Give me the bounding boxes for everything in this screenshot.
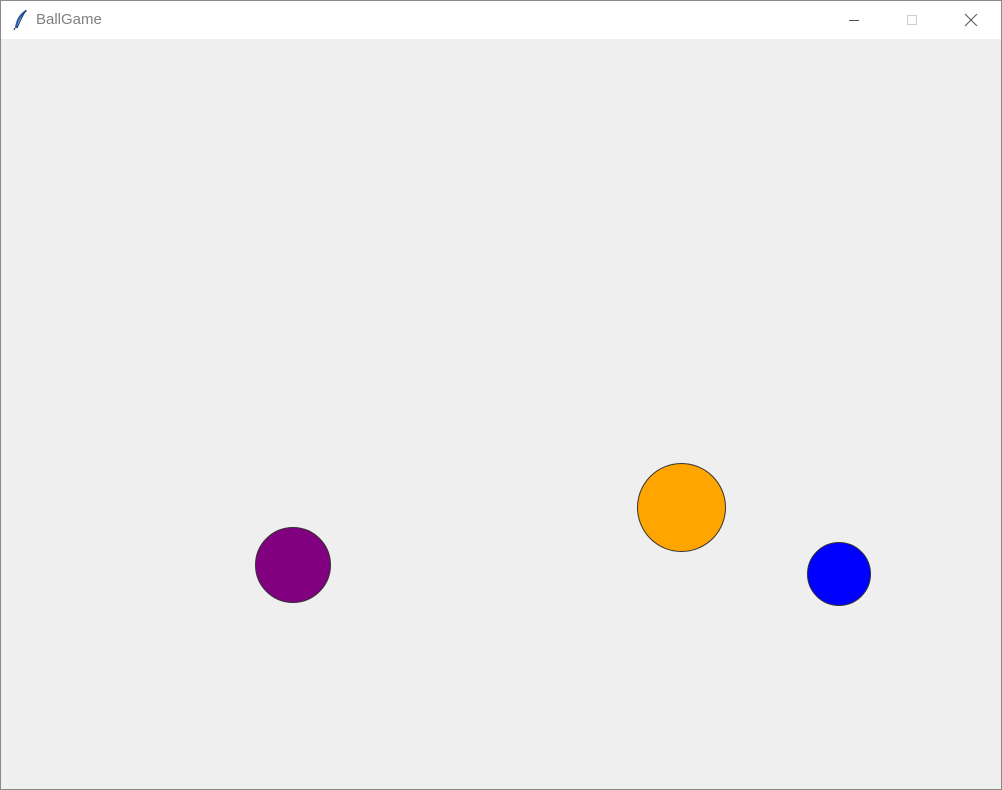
minimize-icon (848, 14, 860, 26)
minimize-button[interactable] (825, 1, 883, 39)
close-icon (964, 13, 978, 27)
close-button[interactable] (942, 1, 1000, 39)
title-bar[interactable]: BallGame (1, 1, 1001, 39)
orange-ball (637, 463, 726, 552)
game-canvas[interactable] (1, 39, 1001, 789)
blue-ball (807, 542, 871, 606)
maximize-icon (906, 14, 918, 26)
app-window: BallGame (0, 0, 1002, 790)
window-title: BallGame (36, 11, 102, 28)
purple-ball (255, 527, 331, 603)
maximize-button[interactable] (883, 1, 941, 39)
feather-icon (12, 9, 30, 31)
